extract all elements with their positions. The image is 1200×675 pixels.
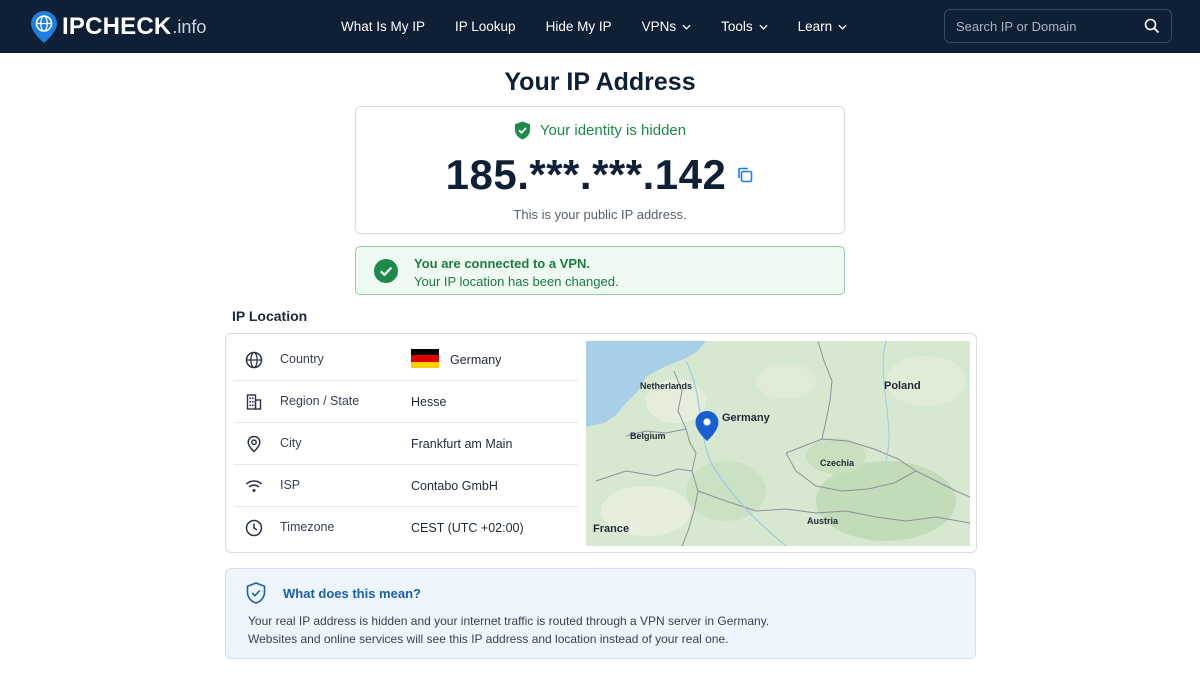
location-row-isp: ISP Contabo GmbH <box>234 465 578 507</box>
ip-location-heading: IP Location <box>232 308 308 324</box>
ip-note: This is your public IP address. <box>513 207 687 222</box>
location-label: ISP <box>280 478 301 492</box>
location-label: City <box>280 436 302 450</box>
logo-suffix: .info <box>172 16 207 37</box>
search-icon[interactable] <box>1144 18 1160 34</box>
location-map[interactable]: Netherlands Poland Germany Belgium Czech… <box>586 341 970 546</box>
chevron-down-icon <box>682 24 691 30</box>
page-title: Your IP Address <box>504 68 696 96</box>
info-title: What does this mean? <box>283 586 421 601</box>
identity-status-text: Your identity is hidden <box>539 122 687 139</box>
chevron-down-icon <box>838 24 847 30</box>
ip-location-card: Country Germany Region / State Hesse Cit… <box>225 333 977 553</box>
nav-learn-dropdown[interactable]: Learn <box>798 19 848 34</box>
nav-label: Hide My IP <box>545 19 612 34</box>
main-nav: What Is My IP IP Lookup Hide My IP VPNs … <box>326 0 862 53</box>
vpn-status-banner: You are connected to a VPN. Your IP loca… <box>355 246 845 295</box>
map-label-czechia: Czechia <box>820 458 855 468</box>
copy-icon[interactable] <box>736 166 754 184</box>
location-row-country: Country Germany <box>234 339 578 381</box>
building-icon <box>246 394 262 410</box>
shield-check-icon <box>514 121 530 140</box>
nav-label: Tools <box>721 19 753 34</box>
chevron-down-icon <box>759 24 768 30</box>
nav-label: What Is My IP <box>341 19 426 34</box>
ip-address-card: Your identity is hidden 185.***.***.142 … <box>355 106 845 234</box>
globe-icon <box>245 351 263 369</box>
location-row-region: Region / State Hesse <box>234 381 578 423</box>
top-navbar: IPCHECK .info What Is My IP IP Lookup Hid… <box>0 0 1200 53</box>
nav-label: VPNs <box>641 19 677 34</box>
nav-hide-my-ip[interactable]: Hide My IP <box>546 19 612 34</box>
wifi-icon <box>245 480 263 492</box>
location-row-city: City Frankfurt am Main <box>234 423 578 465</box>
map-label-netherlands: Netherlands <box>640 381 693 391</box>
location-value: Germany <box>450 353 502 367</box>
location-value: Contabo GmbH <box>411 479 498 493</box>
germany-flag-icon <box>411 349 439 368</box>
map-label-germany: Germany <box>722 412 770 424</box>
globe-pin-icon <box>31 11 57 43</box>
map-label-austria: Austria <box>807 516 839 526</box>
info-text-line: Websites and online services will see th… <box>248 632 729 646</box>
vpn-status-title: You are connected to a VPN. <box>414 256 591 271</box>
nav-vpns-dropdown[interactable]: VPNs <box>642 19 692 34</box>
vpn-status-subtitle: Your IP location has been changed. <box>414 274 619 289</box>
location-row-timezone: Timezone CEST (UTC +02:00) <box>234 507 578 549</box>
location-label: Timezone <box>280 520 335 534</box>
nav-what-is-my-ip[interactable]: What Is My IP <box>341 19 425 34</box>
search-box <box>944 9 1172 43</box>
nav-label: Learn <box>797 19 833 34</box>
nav-tools-dropdown[interactable]: Tools <box>721 19 768 34</box>
map-label-poland: Poland <box>884 380 921 392</box>
nav-label: IP Lookup <box>455 19 516 34</box>
location-value: CEST (UTC +02:00) <box>411 521 524 535</box>
map-label-france: France <box>593 523 630 535</box>
info-text-line: Your real IP address is hidden and your … <box>248 614 770 628</box>
identity-status: Your identity is hidden <box>356 121 844 140</box>
ip-address-value: 185.***.***.142 <box>445 151 727 198</box>
location-pin-icon <box>247 435 261 453</box>
shield-check-icon <box>246 582 266 604</box>
location-value: Frankfurt am Main <box>411 437 513 451</box>
check-circle-icon <box>374 259 398 283</box>
location-value: Hesse <box>411 395 447 409</box>
clock-icon <box>245 519 263 537</box>
location-label: Region / State <box>280 394 360 408</box>
map-terrain <box>586 341 970 546</box>
location-label: Country <box>280 352 324 366</box>
search-input[interactable] <box>956 16 1136 36</box>
logo-wordmark: IPCHECK <box>62 13 172 40</box>
ip-row: 185.***.***.142 <box>356 151 844 199</box>
nav-ip-lookup[interactable]: IP Lookup <box>455 19 516 34</box>
map-label-belgium: Belgium <box>630 431 666 441</box>
site-logo[interactable]: IPCHECK .info <box>30 10 206 44</box>
info-box: What does this mean? Your real IP addres… <box>225 568 976 659</box>
